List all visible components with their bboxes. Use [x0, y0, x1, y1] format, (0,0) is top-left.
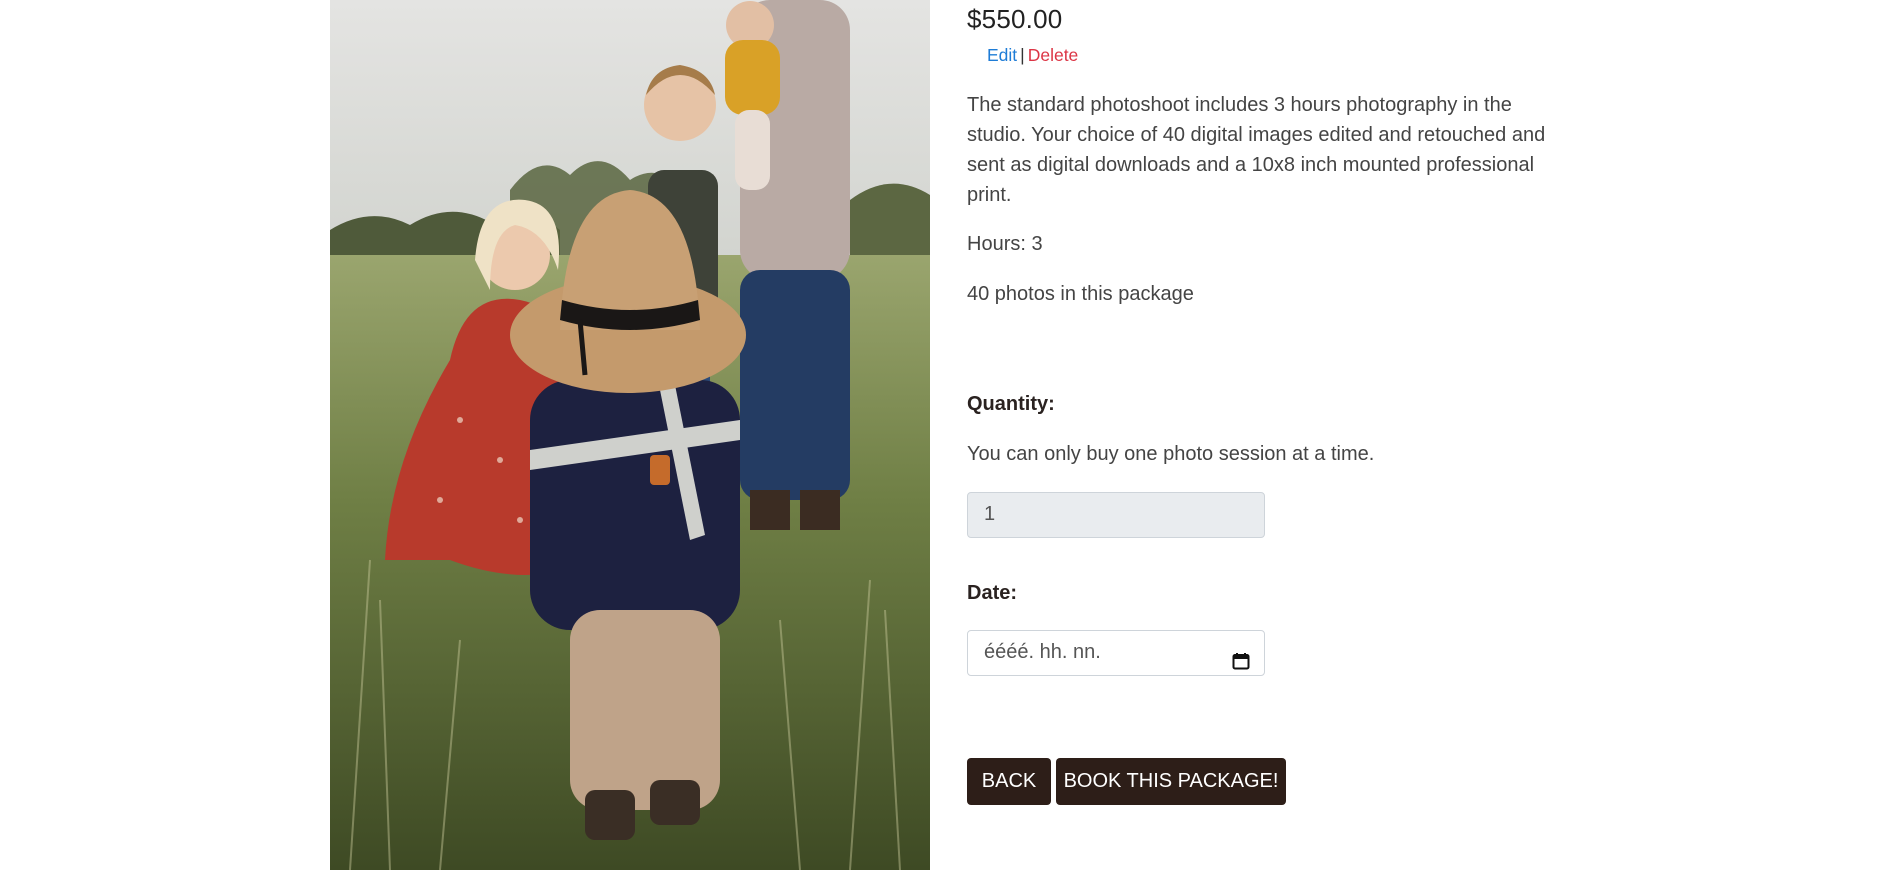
quantity-label: Quantity: — [967, 393, 1055, 415]
package-price: $550.00 — [967, 4, 1063, 34]
link-separator: | — [1020, 45, 1025, 65]
date-input[interactable]: éééé. hh. nn. — [967, 630, 1265, 676]
book-package-button[interactable]: BOOK THIS PACKAGE! — [1056, 758, 1286, 805]
quantity-note: You can only buy one photo session at a … — [967, 443, 1375, 465]
package-detail-page: $550.00 Edit | Delete The standard photosh… — [0, 0, 1881, 881]
delete-link[interactable]: Delete — [1028, 45, 1079, 65]
back-button[interactable]: BACK — [967, 758, 1051, 805]
date-label: Date: — [967, 582, 1018, 604]
package-photo — [330, 0, 930, 870]
admin-links: Edit | Delete — [987, 45, 1078, 66]
calendar-icon[interactable] — [1232, 643, 1250, 670]
package-hours: Hours: 3 — [967, 233, 1043, 255]
date-placeholder: éééé. hh. nn. — [984, 641, 1101, 663]
package-photos-count: 40 photos in this package — [967, 283, 1194, 305]
quantity-input[interactable]: 1 — [967, 492, 1265, 538]
package-description: The standard photoshoot includes 3 hours… — [967, 94, 1546, 206]
edit-link[interactable]: Edit — [987, 45, 1017, 65]
